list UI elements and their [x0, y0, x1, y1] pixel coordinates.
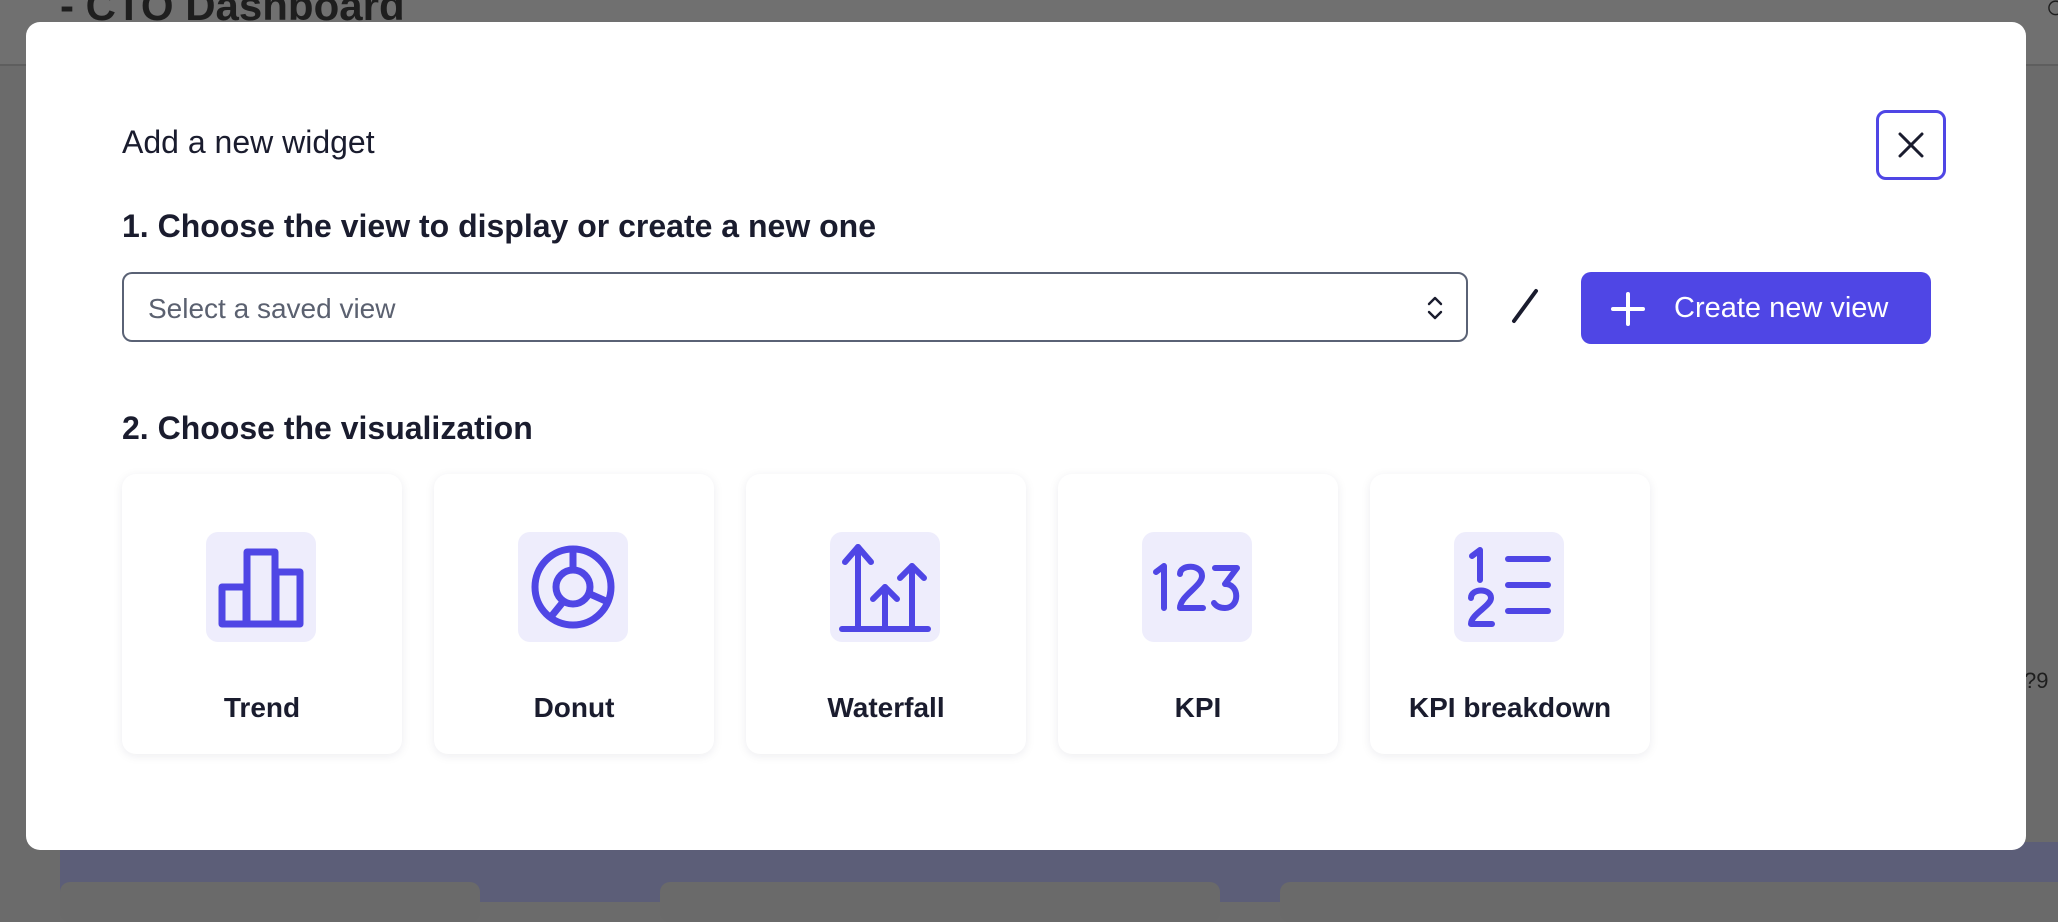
step2-heading: 2. Choose the visualization: [122, 410, 533, 446]
background-corner-icon: ○: [2045, 0, 2058, 26]
close-button[interactable]: [1876, 110, 1946, 180]
background-side-fragment: ?9: [2024, 668, 2049, 693]
create-new-view-button[interactable]: Create new view: [1581, 272, 1931, 344]
donut-chart-icon: [518, 532, 628, 642]
viz-option-waterfall[interactable]: Waterfall: [746, 474, 1026, 754]
viz-option-donut[interactable]: Donut: [434, 474, 714, 754]
modal-title: Add a new widget: [122, 124, 375, 160]
chevron-up-down-icon: [1427, 296, 1443, 320]
viz-option-label: Trend: [223, 692, 301, 723]
viz-option-label: KPI breakdown: [1408, 692, 1612, 723]
or-divider-slash: [1512, 289, 1538, 323]
waterfall-icon: [830, 532, 940, 642]
background-card: [60, 882, 480, 922]
viz-option-trend[interactable]: Trend: [122, 474, 402, 754]
kpi-123-icon: [1142, 532, 1252, 642]
background-widget-strip: [60, 842, 2058, 922]
plus-icon: [1611, 292, 1645, 326]
select-placeholder: Select a saved view: [148, 293, 396, 324]
viz-option-kpi[interactable]: KPI: [1058, 474, 1338, 754]
viz-option-label: KPI: [1174, 692, 1222, 723]
bar-chart-icon: [206, 532, 316, 642]
background-card: [660, 882, 1220, 922]
saved-view-select[interactable]: Select a saved view: [122, 272, 1468, 342]
background-card: [1280, 882, 2058, 922]
viz-option-label: Waterfall: [827, 692, 945, 723]
viz-option-label: Donut: [533, 692, 615, 723]
step1-heading: 1. Choose the view to display or create …: [122, 208, 876, 244]
create-new-view-label: Create new view: [1674, 292, 1889, 324]
add-widget-modal: Add a new widget 1. Choose the view to d…: [26, 22, 2026, 850]
close-icon: [1898, 132, 1924, 158]
numbered-list-icon: [1454, 532, 1564, 642]
viz-option-kpi-breakdown[interactable]: KPI breakdown: [1370, 474, 1650, 754]
